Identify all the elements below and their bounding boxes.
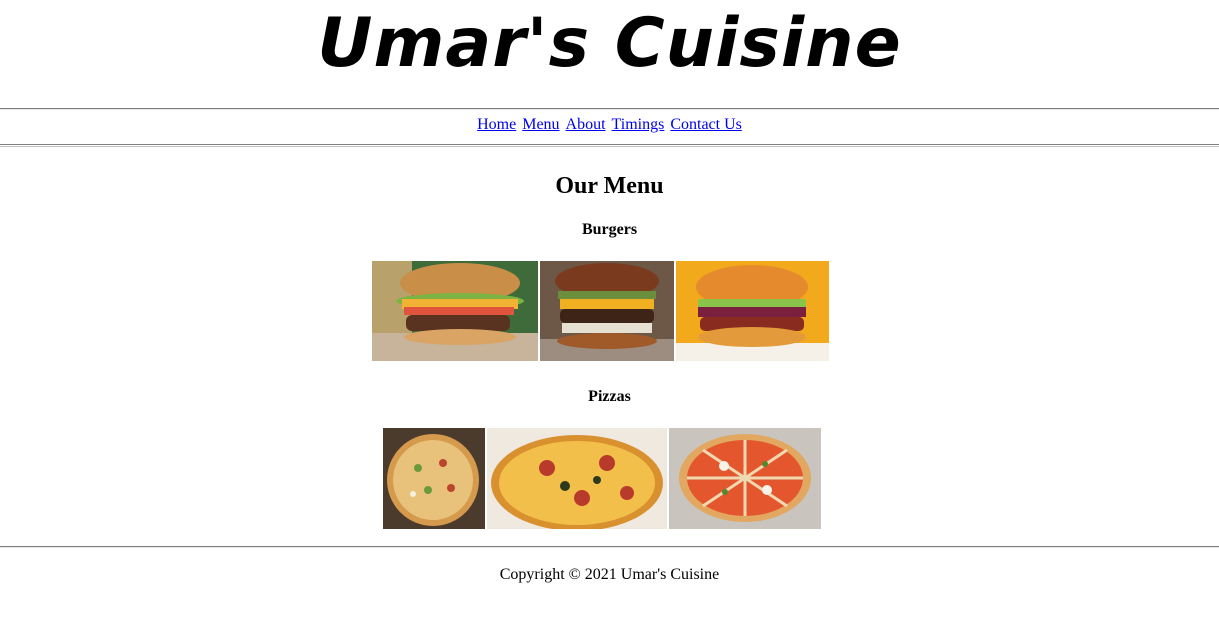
nav-link-menu[interactable]: Menu	[522, 116, 559, 133]
burger-gallery	[372, 261, 829, 361]
pizza-gallery	[383, 428, 821, 529]
footer-divider	[0, 546, 1219, 548]
site-footer: Copyright © 2021 Umar's Cuisine	[0, 564, 1219, 586]
site-header: Umar's Cuisine	[0, 0, 1219, 108]
burger-photo	[676, 261, 829, 361]
section-title-burgers: Burgers	[581, 221, 638, 238]
header-divider	[0, 108, 1219, 110]
nav-link-about[interactable]: About	[566, 116, 606, 133]
pizza-photo	[383, 428, 485, 529]
section-title-pizzas: Pizzas	[588, 388, 631, 405]
pizza-photo	[669, 428, 821, 529]
copyright-text: Copyright © 2021 Umar's Cuisine	[499, 566, 720, 583]
burger-photo	[540, 261, 674, 361]
nav-divider	[0, 144, 1219, 147]
page-title: Our Menu	[555, 173, 664, 199]
main-nav: Home Menu About Timings Contact Us	[0, 113, 1219, 137]
pizza-photo	[487, 428, 667, 529]
nav-link-contact-us[interactable]: Contact Us	[670, 116, 742, 133]
burger-photo	[372, 261, 538, 361]
nav-link-timings[interactable]: Timings	[612, 116, 665, 133]
site-logo: Umar's Cuisine	[317, 4, 902, 83]
nav-link-home[interactable]: Home	[477, 116, 516, 133]
